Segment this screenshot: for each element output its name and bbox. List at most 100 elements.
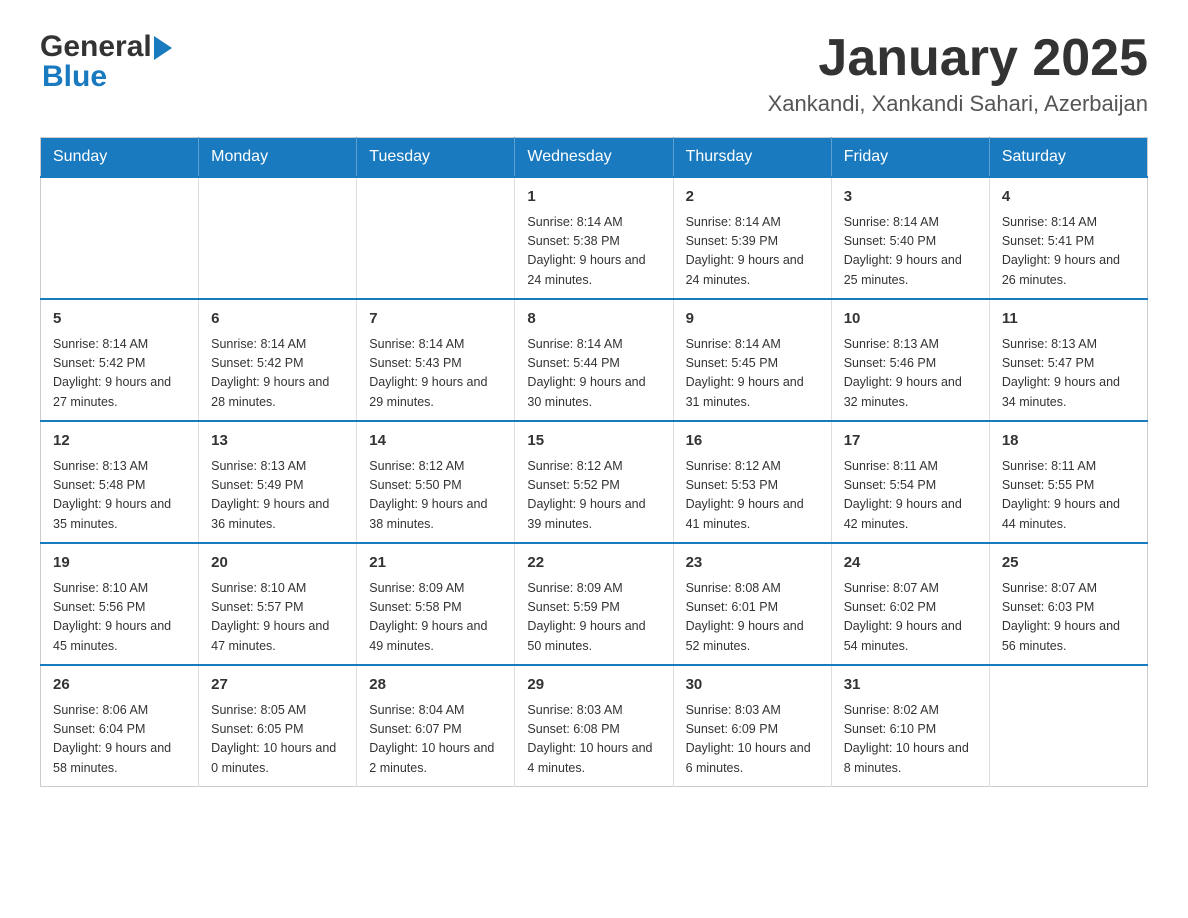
day-number: 22	[527, 552, 660, 575]
calendar-cell: 30 Sunrise: 8:03 AM Sunset: 6:09 PM Dayli…	[673, 665, 831, 787]
logo: General Blue	[40, 30, 172, 94]
day-number: 24	[844, 552, 977, 575]
logo-general-text: General	[40, 30, 152, 64]
day-info: Sunrise: 8:03 AM Sunset: 6:08 PM Dayligh…	[527, 701, 660, 779]
day-number: 21	[369, 552, 502, 575]
day-info: Sunrise: 8:13 AM Sunset: 5:48 PM Dayligh…	[53, 457, 186, 535]
calendar-cell: 2Sunrise: 8:14 AM Sunset: 5:39 PM Daylig…	[673, 177, 831, 299]
day-number: 1	[527, 186, 660, 209]
day-info: Sunrise: 8:07 AM Sunset: 6:03 PM Dayligh…	[1002, 579, 1135, 657]
day-info: Sunrise: 8:14 AM Sunset: 5:40 PM Dayligh…	[844, 213, 977, 291]
logo-arrow-icon	[154, 36, 172, 60]
day-number: 27	[211, 674, 344, 697]
calendar-week-row: 12 Sunrise: 8:13 AM Sunset: 5:48 PM Dayli…	[41, 421, 1148, 543]
day-info: Sunrise: 8:09 AM Sunset: 5:59 PM Dayligh…	[527, 579, 660, 657]
day-header-friday: Friday	[831, 138, 989, 178]
calendar-cell: 9Sunrise: 8:14 AM Sunset: 5:45 PM Daylig…	[673, 299, 831, 421]
day-info: Sunrise: 8:06 AM Sunset: 6:04 PM Dayligh…	[53, 701, 186, 779]
calendar-cell: 23 Sunrise: 8:08 AM Sunset: 6:01 PM Dayli…	[673, 543, 831, 665]
calendar-cell	[199, 177, 357, 299]
day-info: Sunrise: 8:14 AM Sunset: 5:41 PM Dayligh…	[1002, 213, 1135, 291]
day-number: 26	[53, 674, 186, 697]
day-number: 25	[1002, 552, 1135, 575]
day-info: Sunrise: 8:14 AM Sunset: 5:45 PM Dayligh…	[686, 335, 819, 413]
calendar-cell: 15 Sunrise: 8:12 AM Sunset: 5:52 PM Dayli…	[515, 421, 673, 543]
calendar-week-row: 26 Sunrise: 8:06 AM Sunset: 6:04 PM Dayli…	[41, 665, 1148, 787]
day-number: 19	[53, 552, 186, 575]
calendar-cell: 19Sunrise: 8:10 AM Sunset: 5:56 PM Dayli…	[41, 543, 199, 665]
day-info: Sunrise: 8:04 AM Sunset: 6:07 PM Dayligh…	[369, 701, 502, 779]
calendar-cell: 12 Sunrise: 8:13 AM Sunset: 5:48 PM Dayli…	[41, 421, 199, 543]
calendar-cell	[41, 177, 199, 299]
day-number: 17	[844, 430, 977, 453]
calendar-cell: 3 Sunrise: 8:14 AM Sunset: 5:40 PM Daylig…	[831, 177, 989, 299]
day-number: 29	[527, 674, 660, 697]
calendar-cell: 4 Sunrise: 8:14 AM Sunset: 5:41 PM Daylig…	[989, 177, 1147, 299]
day-number: 11	[1002, 308, 1135, 331]
page-header: General Blue January 2025 Xankandi, Xank…	[40, 30, 1148, 117]
day-info: Sunrise: 8:12 AM Sunset: 5:53 PM Dayligh…	[686, 457, 819, 535]
calendar-week-row: 5Sunrise: 8:14 AM Sunset: 5:42 PM Daylig…	[41, 299, 1148, 421]
day-header-saturday: Saturday	[989, 138, 1147, 178]
day-info: Sunrise: 8:13 AM Sunset: 5:49 PM Dayligh…	[211, 457, 344, 535]
day-info: Sunrise: 8:14 AM Sunset: 5:38 PM Dayligh…	[527, 213, 660, 291]
calendar-cell: 26 Sunrise: 8:06 AM Sunset: 6:04 PM Dayli…	[41, 665, 199, 787]
calendar-cell: 8Sunrise: 8:14 AM Sunset: 5:44 PM Daylig…	[515, 299, 673, 421]
day-info: Sunrise: 8:11 AM Sunset: 5:55 PM Dayligh…	[1002, 457, 1135, 535]
day-header-sunday: Sunday	[41, 138, 199, 178]
day-number: 6	[211, 308, 344, 331]
day-info: Sunrise: 8:08 AM Sunset: 6:01 PM Dayligh…	[686, 579, 819, 657]
calendar-table: SundayMondayTuesdayWednesdayThursdayFrid…	[40, 137, 1148, 787]
day-header-wednesday: Wednesday	[515, 138, 673, 178]
day-number: 16	[686, 430, 819, 453]
calendar-cell: 11 Sunrise: 8:13 AM Sunset: 5:47 PM Dayli…	[989, 299, 1147, 421]
calendar-cell: 21 Sunrise: 8:09 AM Sunset: 5:58 PM Dayli…	[357, 543, 515, 665]
day-number: 13	[211, 430, 344, 453]
day-info: Sunrise: 8:12 AM Sunset: 5:52 PM Dayligh…	[527, 457, 660, 535]
calendar-cell: 17 Sunrise: 8:11 AM Sunset: 5:54 PM Dayli…	[831, 421, 989, 543]
day-number: 4	[1002, 186, 1135, 209]
day-header-monday: Monday	[199, 138, 357, 178]
calendar-cell: 6 Sunrise: 8:14 AM Sunset: 5:42 PM Daylig…	[199, 299, 357, 421]
calendar-cell: 25 Sunrise: 8:07 AM Sunset: 6:03 PM Dayli…	[989, 543, 1147, 665]
day-info: Sunrise: 8:03 AM Sunset: 6:09 PM Dayligh…	[686, 701, 819, 779]
calendar-cell: 18 Sunrise: 8:11 AM Sunset: 5:55 PM Dayli…	[989, 421, 1147, 543]
day-info: Sunrise: 8:13 AM Sunset: 5:46 PM Dayligh…	[844, 335, 977, 413]
calendar-title-section: January 2025 Xankandi, Xankandi Sahari, …	[768, 30, 1148, 117]
day-number: 14	[369, 430, 502, 453]
day-header-thursday: Thursday	[673, 138, 831, 178]
calendar-cell: 16 Sunrise: 8:12 AM Sunset: 5:53 PM Dayli…	[673, 421, 831, 543]
day-info: Sunrise: 8:12 AM Sunset: 5:50 PM Dayligh…	[369, 457, 502, 535]
day-info: Sunrise: 8:02 AM Sunset: 6:10 PM Dayligh…	[844, 701, 977, 779]
calendar-cell: 14 Sunrise: 8:12 AM Sunset: 5:50 PM Dayli…	[357, 421, 515, 543]
calendar-cell: 7Sunrise: 8:14 AM Sunset: 5:43 PM Daylig…	[357, 299, 515, 421]
calendar-cell: 5Sunrise: 8:14 AM Sunset: 5:42 PM Daylig…	[41, 299, 199, 421]
calendar-week-row: 19Sunrise: 8:10 AM Sunset: 5:56 PM Dayli…	[41, 543, 1148, 665]
day-number: 18	[1002, 430, 1135, 453]
day-info: Sunrise: 8:14 AM Sunset: 5:42 PM Dayligh…	[211, 335, 344, 413]
day-number: 2	[686, 186, 819, 209]
calendar-cell	[357, 177, 515, 299]
day-number: 3	[844, 186, 977, 209]
day-header-tuesday: Tuesday	[357, 138, 515, 178]
day-number: 15	[527, 430, 660, 453]
day-info: Sunrise: 8:09 AM Sunset: 5:58 PM Dayligh…	[369, 579, 502, 657]
day-info: Sunrise: 8:14 AM Sunset: 5:43 PM Dayligh…	[369, 335, 502, 413]
day-number: 12	[53, 430, 186, 453]
calendar-cell: 29 Sunrise: 8:03 AM Sunset: 6:08 PM Dayli…	[515, 665, 673, 787]
calendar-cell: 24Sunrise: 8:07 AM Sunset: 6:02 PM Dayli…	[831, 543, 989, 665]
calendar-cell: 22 Sunrise: 8:09 AM Sunset: 5:59 PM Dayli…	[515, 543, 673, 665]
day-number: 8	[527, 308, 660, 331]
calendar-cell: 20 Sunrise: 8:10 AM Sunset: 5:57 PM Dayli…	[199, 543, 357, 665]
day-number: 28	[369, 674, 502, 697]
day-number: 30	[686, 674, 819, 697]
day-info: Sunrise: 8:10 AM Sunset: 5:57 PM Dayligh…	[211, 579, 344, 657]
day-number: 20	[211, 552, 344, 575]
day-info: Sunrise: 8:14 AM Sunset: 5:42 PM Dayligh…	[53, 335, 186, 413]
day-number: 10	[844, 308, 977, 331]
calendar-cell: 13 Sunrise: 8:13 AM Sunset: 5:49 PM Dayli…	[199, 421, 357, 543]
day-info: Sunrise: 8:11 AM Sunset: 5:54 PM Dayligh…	[844, 457, 977, 535]
day-number: 23	[686, 552, 819, 575]
calendar-week-row: 1 Sunrise: 8:14 AM Sunset: 5:38 PM Daylig…	[41, 177, 1148, 299]
day-info: Sunrise: 8:13 AM Sunset: 5:47 PM Dayligh…	[1002, 335, 1135, 413]
